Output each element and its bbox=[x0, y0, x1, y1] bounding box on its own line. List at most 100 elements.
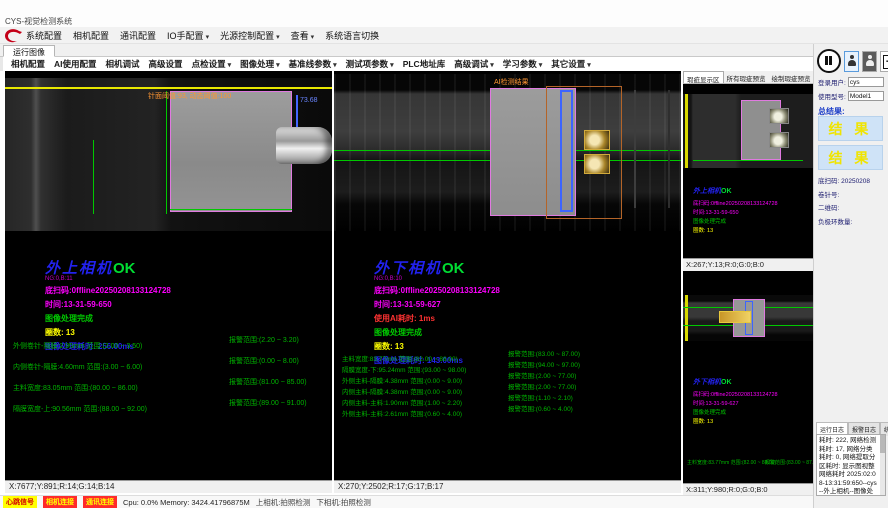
menu-system-config[interactable]: 系统配置 bbox=[26, 29, 62, 42]
defect-thumbnail bbox=[769, 108, 789, 124]
camera-name: 外上相机 bbox=[693, 188, 721, 195]
measurement-value: 内侧卷针-隔膜:4.60mm 范围:(3.00 ~ 6.00) bbox=[13, 364, 142, 371]
lower-preview-image[interactable] bbox=[683, 295, 813, 341]
menu-camera-config[interactable]: 相机配置 bbox=[73, 29, 109, 42]
exit-button[interactable]: ➔ bbox=[880, 51, 888, 72]
process-done-text: 图像处理完成 bbox=[45, 313, 171, 324]
green-guide-line bbox=[693, 160, 803, 161]
yellow-guide-line bbox=[685, 295, 688, 341]
user-login-button[interactable] bbox=[844, 51, 859, 72]
tool-advanced-settings[interactable]: 高级设置 bbox=[149, 58, 183, 70]
tab-defect-display[interactable]: 瑕疵显示区 bbox=[683, 71, 724, 83]
pause-button[interactable] bbox=[817, 49, 841, 73]
measurement-row: 外侧卷针-隔膜:2.95mm 范围:(2.00 ~ 3.50)报警范围:(2.2… bbox=[13, 335, 328, 356]
pause-icon bbox=[825, 56, 828, 65]
menu-io-config[interactable]: IO手配置▾ bbox=[167, 29, 209, 42]
upper-measurements: 外侧卷针-隔膜:2.95mm 范围:(2.00 ~ 3.50)报警范围:(2.2… bbox=[13, 335, 328, 419]
menu-bar: 系统配置 相机配置 通讯配置 IO手配置▾ 光源控制配置▾ 查看▾ 系统语言切换 bbox=[0, 27, 888, 44]
chevron-down-icon: ▾ bbox=[587, 62, 591, 69]
tool-ai-usage-config[interactable]: AI使用配置 bbox=[54, 58, 97, 70]
toolbar: 相机配置 AI使用配置 相机调试 高级设置 点检设置▾ 图像处理▾ 基准线参数▾… bbox=[0, 57, 683, 71]
lower-preview-panel[interactable]: 外下相机OK 底扫码:0ffline20250208133124728 时间:1… bbox=[683, 271, 813, 483]
tool-plc-address[interactable]: PLC地址库 bbox=[403, 58, 446, 70]
barcode-text: 底扫码:0ffline20250208133124728 bbox=[374, 285, 500, 296]
ai-result-label: AI检测结果 bbox=[494, 77, 529, 87]
roller-part bbox=[276, 127, 332, 164]
lower-camera-view[interactable]: AI检测结果 外下相机OK NG:0,B:10 底扫码:0ffline20250… bbox=[334, 71, 681, 493]
pixel-coords-readout: X:270;Y:2502;R:17;G:17;B:17 bbox=[334, 480, 681, 493]
camera-name: 外上相机 bbox=[45, 260, 113, 277]
menu-view[interactable]: 查看▾ bbox=[291, 29, 315, 42]
alarm-range: 报警范围:(83.00 ~ 87.00) bbox=[508, 348, 580, 358]
log-scrollbar-thumb[interactable] bbox=[880, 435, 885, 453]
process-done-text: 图像处理完成 bbox=[693, 408, 778, 416]
process-done-text: 图像处理完成 bbox=[374, 327, 500, 338]
qr-code-label: 二维码: bbox=[818, 202, 839, 212]
measurement-value: 主料宽度:83.77mm 范围:(82.00 ~ 88.00) bbox=[687, 460, 776, 466]
result-text: 结 果 bbox=[829, 119, 873, 139]
time-text: 时间:13-31-59-650 bbox=[693, 208, 778, 216]
lower-measurements: 主料宽度:83.77mm 范围:(82.00 ~ 88.00)报警范围:(83.… bbox=[342, 348, 677, 414]
time-text: 时间:13-31-59-627 bbox=[693, 399, 778, 407]
defect-thumbnail bbox=[769, 132, 789, 148]
turns-count-text: 圈数: 13 bbox=[693, 417, 778, 425]
model-label: 使用型号: bbox=[818, 91, 846, 101]
upper-camera-mode: 上相机:拍照检测 bbox=[256, 497, 311, 508]
user-manage-button[interactable] bbox=[862, 51, 877, 72]
time-text: 时间:13-31-59-627 bbox=[374, 299, 500, 310]
tool-test-params[interactable]: 测试项参数▾ bbox=[346, 58, 394, 70]
status-ok: OK bbox=[442, 260, 465, 277]
tool-other-settings[interactable]: 其它设置▾ bbox=[551, 58, 591, 70]
chevron-down-icon: ▾ bbox=[311, 34, 315, 41]
upper-preview-image[interactable] bbox=[683, 94, 813, 168]
sidebar-buttons: ➔ bbox=[817, 49, 888, 73]
alarm-range: 报警范围:(94.00 ~ 97.00) bbox=[508, 359, 580, 369]
chevron-down-icon: ▾ bbox=[333, 62, 337, 69]
chevron-down-icon: ▾ bbox=[276, 34, 280, 41]
tool-baseline-params[interactable]: 基准线参数▾ bbox=[289, 58, 337, 70]
menu-language-switch[interactable]: 系统语言切换 bbox=[325, 29, 379, 42]
roi-rect-blue bbox=[560, 90, 573, 212]
status-ok: OK bbox=[113, 260, 136, 277]
tool-spot-check[interactable]: 点检设置▾ bbox=[192, 58, 232, 70]
login-user-label: 登录用户: bbox=[818, 77, 846, 87]
upper-camera-image[interactable]: 73.68 针面阈值:93, 动态阈值:100 bbox=[5, 78, 332, 231]
tab-all-defects[interactable]: 所有瑕疵预览 bbox=[724, 71, 769, 83]
tool-camera-debug[interactable]: 相机调试 bbox=[106, 58, 140, 70]
comm-connection-badge: 通讯连接 bbox=[83, 496, 117, 508]
green-guide-line bbox=[170, 209, 292, 210]
tool-image-processing[interactable]: 图像处理▾ bbox=[240, 58, 280, 70]
model-input[interactable] bbox=[848, 91, 884, 101]
tool-advanced-debug[interactable]: 高级调试▾ bbox=[454, 58, 494, 70]
alarm-range: 报警范围:(0.60 ~ 4.00) bbox=[508, 403, 573, 413]
green-guide-line bbox=[93, 140, 94, 214]
ring-count-label: 负极环数量: bbox=[818, 216, 852, 226]
menu-comm-config[interactable]: 通讯配置 bbox=[120, 29, 156, 42]
tab-drawn-defects[interactable]: 绘制瑕疵预览 bbox=[769, 71, 814, 83]
upper-preview-panel[interactable]: 外上相机OK 底扫码:0ffline20250208133124728 时间:1… bbox=[683, 84, 813, 258]
tool-learning-params[interactable]: 学习参数▾ bbox=[503, 58, 543, 70]
result-box-lower: 结 果 bbox=[818, 145, 883, 170]
measurement-value: 外侧卷针-隔膜:2.95mm 范围:(2.00 ~ 3.50) bbox=[13, 343, 142, 350]
model-field: 使用型号: bbox=[818, 91, 884, 101]
tab-run-image[interactable]: 运行图像 bbox=[3, 45, 55, 57]
result-text: 结 果 bbox=[829, 148, 873, 168]
status-ok: OK bbox=[721, 188, 732, 195]
pixel-coords-readout: X:7677;Y:891;R:14;G:14;B:14 bbox=[5, 480, 332, 493]
right-sidebar: ➔ 登录用户: 使用型号: 总结果: 结 果 结 果 底扫码: 20250208… bbox=[813, 44, 888, 508]
menu-light-config[interactable]: 光源控制配置▾ bbox=[220, 29, 280, 42]
status-bar: 心跳信号 相机连接 通讯连接 Cpu: 0.0% Memory: 3424.41… bbox=[0, 495, 813, 508]
lower-camera-image[interactable]: AI检测结果 bbox=[334, 74, 681, 231]
barcode-text: 底扫码:0ffline20250208133124728 bbox=[45, 285, 171, 296]
measurement-row: 外侧主料-主料:2.61mm 范围:(0.60 ~ 4.00)报警范围:(0.6… bbox=[342, 403, 677, 414]
machine-edge bbox=[634, 90, 636, 208]
scan-code-label: 底扫码: 20250208 bbox=[818, 175, 870, 185]
measurement-row: 隔膜宽度-上:90.56mm 范围:(88.00 ~ 92.00)报警范围:(8… bbox=[13, 398, 328, 419]
tool-camera-config[interactable]: 相机配置 bbox=[11, 58, 45, 70]
alarm-range: 报警范围:(1.10 ~ 2.10) bbox=[508, 392, 573, 402]
upper-camera-view[interactable]: 73.68 针面阈值:93, 动态阈值:100 外上相机OK NG:0,B:11… bbox=[5, 71, 332, 493]
result-box-upper: 结 果 bbox=[818, 116, 883, 141]
app-logo-icon bbox=[3, 28, 23, 44]
chevron-down-icon: ▾ bbox=[490, 62, 494, 69]
login-user-input[interactable] bbox=[848, 77, 884, 87]
